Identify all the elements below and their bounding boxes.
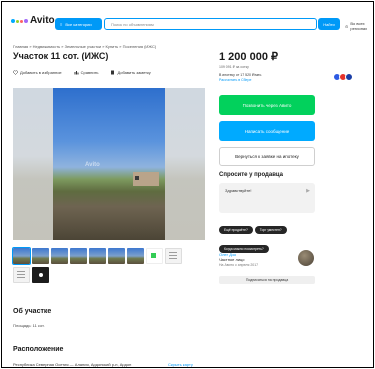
about-heading: Об участке — [13, 308, 52, 315]
add-to-favorites-button[interactable]: Добавить в избранное — [13, 70, 62, 75]
listing-actions: Добавить в избранное Сравнить Добавить з… — [13, 70, 151, 75]
favorites-label: Добавить в избранное — [20, 70, 62, 75]
region-selector[interactable]: ⊙ Во всех регионах — [345, 21, 375, 31]
send-icon[interactable]: ▶ — [306, 188, 310, 194]
compare-icon — [74, 71, 79, 75]
page-title: Участок 11 сот. (ИЖС) — [13, 51, 109, 61]
avatar[interactable] — [298, 250, 314, 266]
all-categories-label: Все категории — [65, 21, 92, 27]
area-parameter: Площадь: 11 сот. — [13, 323, 45, 328]
thumbnail[interactable] — [108, 248, 125, 264]
ask-seller-heading: Спросите у продавца — [219, 172, 283, 178]
quick-questions: Ещё продаёте? Торг уместен?Когда можно по… — [219, 218, 315, 256]
subscribe-button[interactable]: Подписаться на продавца — [219, 276, 315, 284]
thumbnail-strip — [12, 247, 205, 286]
address: Республика Северная Осетия — Алания, Ард… — [13, 362, 132, 367]
thumbnail[interactable] — [165, 248, 182, 264]
mortgage-estimate: В ипотеку от 17 520 ₽/мес. — [219, 73, 263, 77]
thumbnail-row — [13, 267, 205, 283]
find-button[interactable]: Найти — [318, 18, 340, 30]
thumbnail[interactable] — [127, 248, 144, 264]
photo-gallery[interactable]: Avito — [13, 88, 205, 240]
add-note-button[interactable]: Добавить заметку — [110, 70, 151, 75]
mortgage-button[interactable]: Вернуться к заявке на ипотеку — [219, 147, 315, 166]
message-button[interactable]: Написать сообщение — [219, 121, 315, 141]
logo-dots-icon — [11, 18, 28, 23]
quick-question-chip[interactable]: Ещё продаёте? — [219, 226, 253, 234]
heart-icon — [13, 70, 18, 75]
thumbnail-row — [12, 247, 205, 265]
search-placeholder: Поиск по объявлениям — [111, 21, 154, 27]
price: 1 200 000 ₽ — [219, 51, 278, 63]
note-label: Добавить заметку — [117, 70, 151, 75]
photo-watermark: Avito — [85, 162, 100, 168]
photo-house — [133, 172, 159, 186]
thumbnail[interactable] — [146, 248, 163, 264]
search-input[interactable]: Поиск по объявлениям — [104, 18, 317, 30]
thumbnail[interactable] — [70, 248, 87, 264]
header: Avito ≡ Все категории Поиск по объявлени… — [0, 0, 375, 35]
mortgage-calc-link[interactable]: Рассчитать в Сбере — [219, 78, 251, 82]
seller-type: Частное лицо — [219, 257, 245, 262]
price-per-unit: 109 091 ₽ за сотку — [219, 65, 249, 69]
note-icon — [111, 70, 115, 75]
breadcrumb[interactable]: Главная » Недвижимость » Земельные участ… — [13, 44, 156, 49]
toggle-map-link[interactable]: Скрыть карту — [168, 362, 193, 367]
video-thumbnail[interactable] — [32, 267, 49, 283]
thumbnail[interactable] — [51, 248, 68, 264]
gallery-blur-right — [165, 88, 205, 240]
thumbnail[interactable] — [32, 248, 49, 264]
seller-since: На Авито с апреля 2017 — [219, 263, 259, 267]
menu-icon: ≡ — [60, 21, 63, 27]
avito-logo[interactable]: Avito — [11, 15, 55, 26]
gallery-blur-left — [13, 88, 53, 240]
location-heading: Расположение — [13, 346, 64, 353]
compare-label: Сравнить — [80, 70, 99, 75]
thumbnail[interactable] — [89, 248, 106, 264]
thumbnail[interactable] — [12, 247, 31, 265]
bank-logo-icon — [345, 73, 353, 81]
logo-text: Avito — [30, 15, 55, 26]
main-photo[interactable]: Avito — [53, 88, 165, 240]
ask-seller-text: Здравствуйте! — [225, 188, 252, 193]
location-pin-icon: ⊙ — [345, 23, 349, 29]
ask-seller-input[interactable]: Здравствуйте! ▶ — [219, 183, 315, 213]
thumbnail[interactable] — [13, 267, 30, 283]
region-label: Во всех регионах — [350, 21, 368, 31]
call-button[interactable]: Позвонить через Авито — [219, 95, 315, 115]
all-categories-button[interactable]: ≡ Все категории — [55, 18, 102, 30]
bank-logos — [333, 73, 353, 81]
compare-button[interactable]: Сравнить — [74, 70, 99, 75]
quick-question-chip[interactable]: Торг уместен? — [254, 226, 287, 234]
